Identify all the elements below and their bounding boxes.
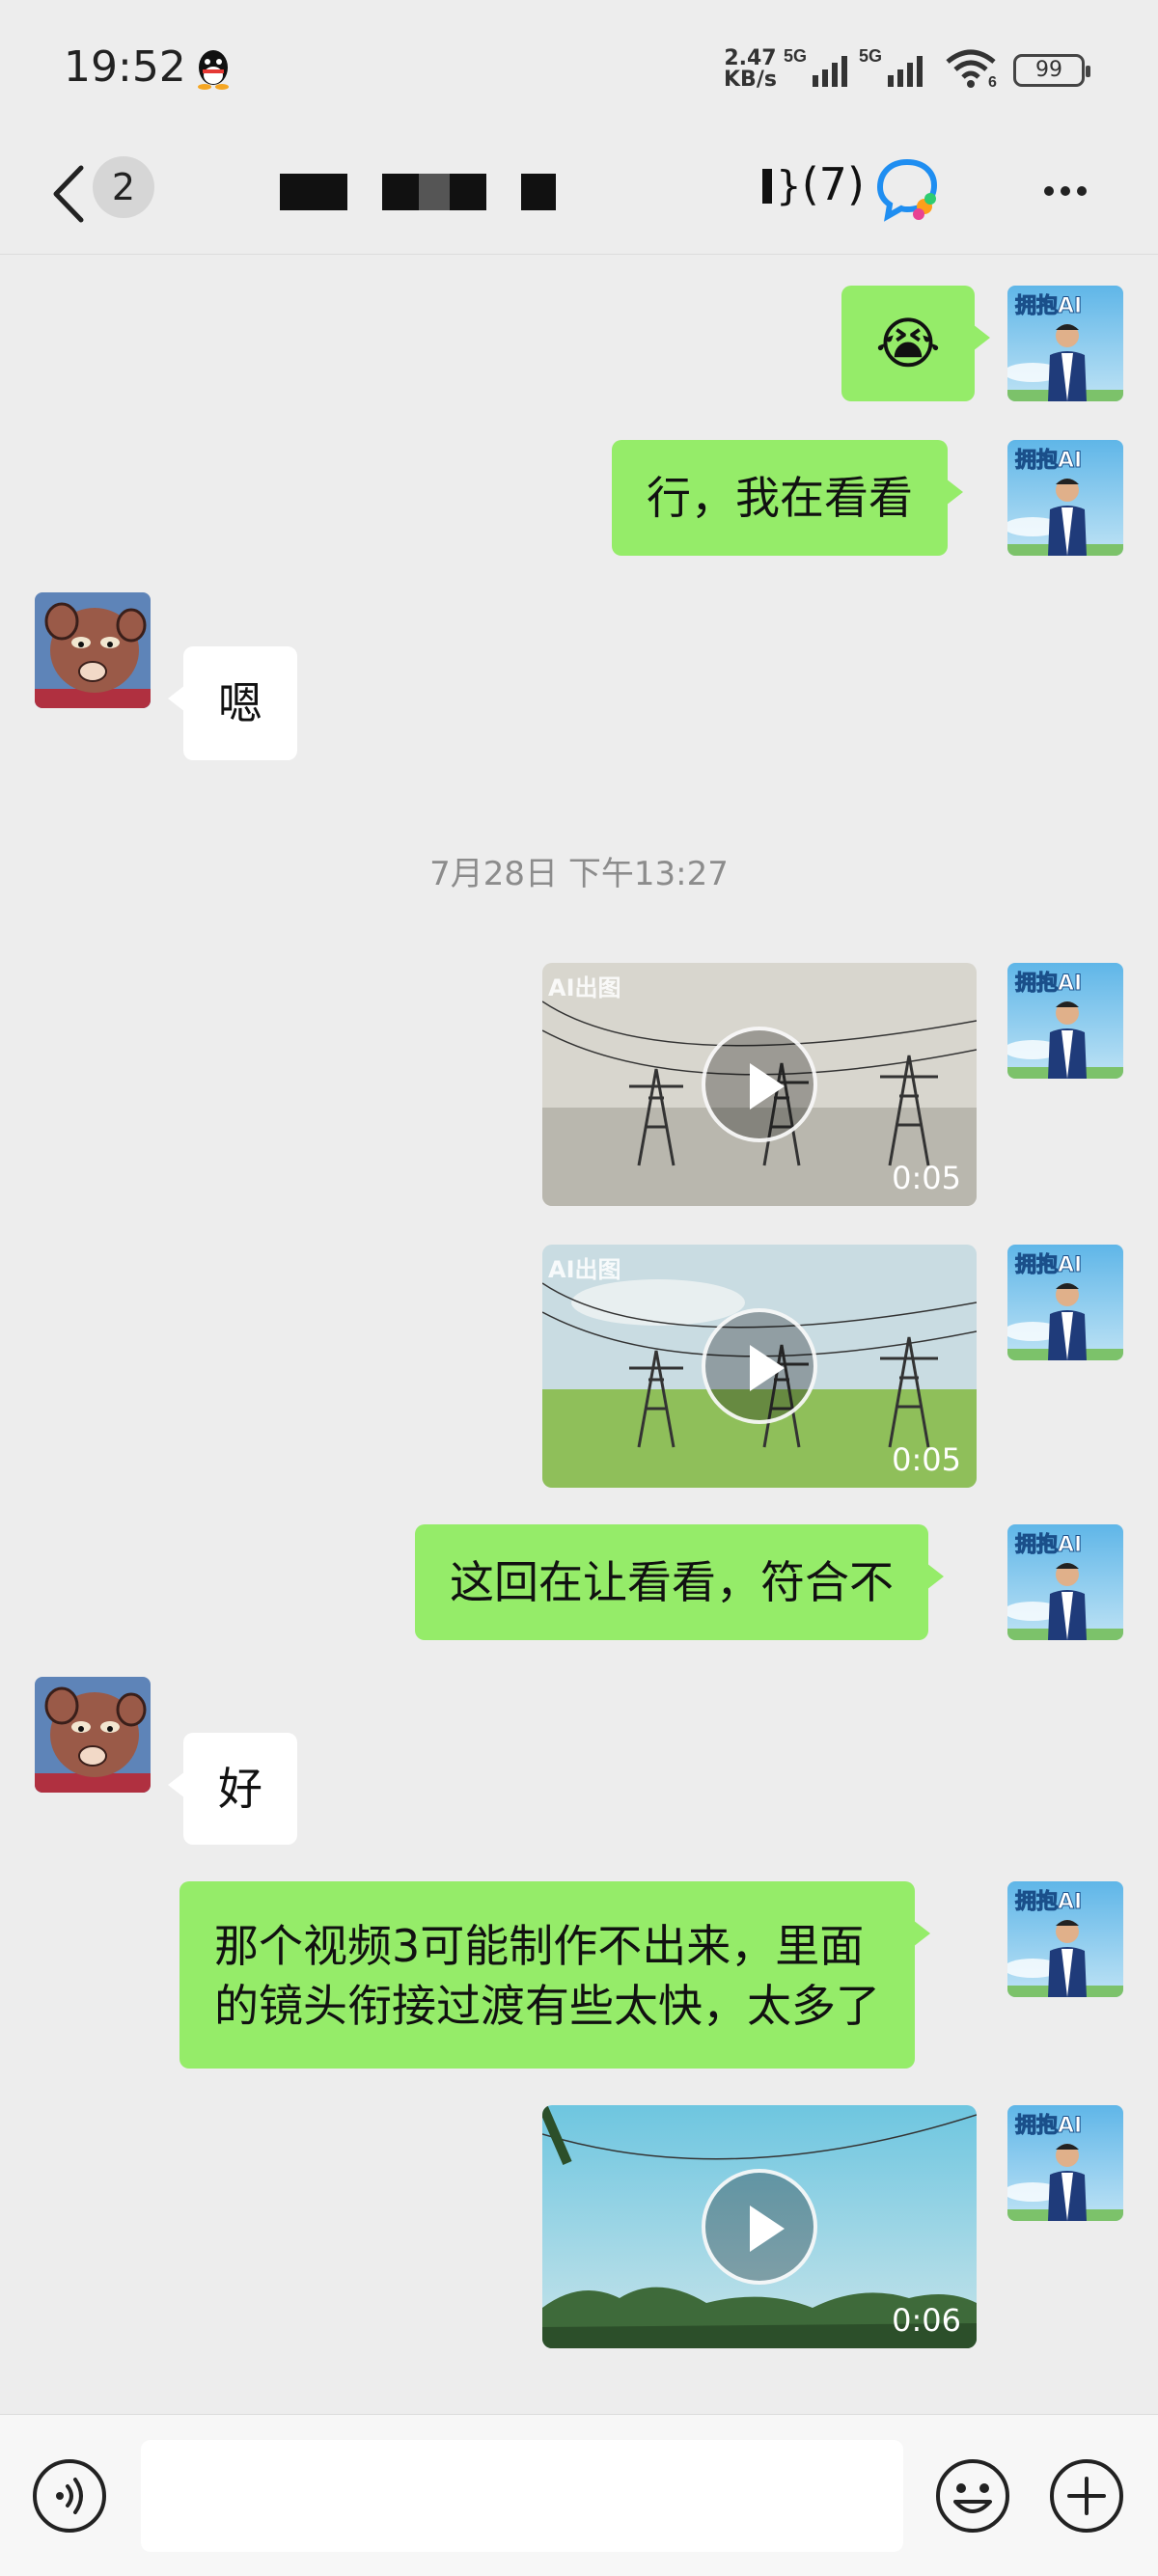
- member-count-text: (7): [801, 158, 865, 210]
- avatar-caption: 拥抱AI: [1015, 1532, 1082, 1557]
- avatar-image: 拥抱AI: [1007, 2105, 1123, 2221]
- redacted-title-block: [382, 174, 486, 210]
- video-duration: 0:06: [892, 2302, 961, 2339]
- battery-indicator: 99: [1013, 54, 1090, 87]
- avatar-image: [35, 592, 151, 708]
- my-avatar[interactable]: 拥抱AI: [1007, 286, 1123, 401]
- message-text-line: 那个视频3可能制作不出来，里面: [214, 1920, 865, 1972]
- redacted-title-block: [280, 174, 347, 210]
- message-text: 好: [218, 1763, 262, 1815]
- contact-avatar[interactable]: [35, 592, 151, 708]
- video-message[interactable]: 0:06: [542, 2105, 977, 2348]
- video-message[interactable]: AI出图 0:05: [542, 963, 977, 1206]
- avatar-caption: 拥抱AI: [1015, 1889, 1082, 1914]
- message-text: 行，我在看看: [647, 472, 913, 524]
- my-avatar[interactable]: 拥抱AI: [1007, 1881, 1123, 1997]
- sim2-label: 5G: [859, 46, 882, 66]
- crying-emoji-icon: 😭: [875, 311, 941, 376]
- message-bubble[interactable]: 行，我在看看: [612, 440, 963, 556]
- video-message[interactable]: AI出图 0:05: [542, 1245, 977, 1488]
- contact-avatar[interactable]: [35, 1677, 151, 1793]
- group-member-count: }(7): [762, 158, 865, 210]
- play-icon[interactable]: [702, 2169, 817, 2285]
- plus-icon[interactable]: [1048, 2457, 1125, 2535]
- message-text: 这回在让看看，符合不: [450, 1556, 894, 1608]
- video-watermark: AI出图: [548, 974, 621, 1001]
- my-avatar[interactable]: 拥抱AI: [1007, 1524, 1123, 1640]
- avatar-image: [35, 1677, 151, 1793]
- signal-icon-sim1: 5G: [784, 46, 847, 87]
- avatar-image: 拥抱AI: [1007, 1881, 1123, 1997]
- qq-icon: [198, 50, 229, 90]
- message-bubble[interactable]: 好: [168, 1733, 297, 1845]
- net-speed-value: 2.47: [724, 46, 777, 70]
- input-bar: [0, 2414, 1158, 2576]
- avatar-image: 拥抱AI: [1007, 1245, 1123, 1360]
- net-speed: 2.47 KB/s: [724, 48, 777, 91]
- avatar-caption: 拥抱AI: [1015, 2113, 1082, 2138]
- avatar-image: 拥抱AI: [1007, 286, 1123, 401]
- more-icon[interactable]: [1044, 181, 1093, 200]
- message-bubble-emoji[interactable]: 😭: [841, 286, 990, 401]
- message-text-line: 的镜头衔接过渡有些太快，太多了: [214, 1980, 880, 2032]
- avatar-caption: 拥抱AI: [1015, 448, 1082, 473]
- avatar-image: 拥抱AI: [1007, 440, 1123, 556]
- avatar-caption: 拥抱AI: [1015, 1252, 1082, 1277]
- message-input[interactable]: [141, 2440, 903, 2552]
- chevron-left-icon[interactable]: [42, 160, 100, 228]
- my-avatar[interactable]: 拥抱AI: [1007, 2105, 1123, 2221]
- status-bar: 19:52 2.47 KB/s 5G 5G 6 99: [0, 0, 1158, 135]
- message-text: 嗯: [218, 677, 262, 729]
- message-timestamp: 7月28日 下午13:27: [429, 855, 729, 893]
- net-speed-unit: KB/s: [724, 68, 777, 92]
- message-bubble[interactable]: 这回在让看看，符合不: [415, 1524, 944, 1640]
- sim1-label: 5G: [784, 46, 807, 66]
- play-icon[interactable]: [702, 1308, 817, 1424]
- redacted-title-block: [521, 174, 556, 210]
- avatar-caption: 拥抱AI: [1015, 971, 1082, 996]
- message-bubble[interactable]: 那个视频3可能制作不出来，里面 的镜头衔接过渡有些太快，太多了: [179, 1881, 930, 2069]
- wifi-sub-label: 6: [988, 74, 997, 89]
- my-avatar[interactable]: 拥抱AI: [1007, 440, 1123, 556]
- avatar-image: 拥抱AI: [1007, 963, 1123, 1079]
- message-bubble[interactable]: 嗯: [168, 646, 297, 760]
- status-time: 19:52: [64, 42, 186, 92]
- video-watermark: AI出图: [548, 1256, 621, 1283]
- ai-chat-icon[interactable]: [874, 156, 942, 224]
- emoji-icon[interactable]: [934, 2457, 1011, 2535]
- wifi-icon: 6: [946, 49, 997, 89]
- avatar-caption: 拥抱AI: [1015, 293, 1082, 318]
- play-icon[interactable]: [702, 1027, 817, 1142]
- voice-icon[interactable]: [31, 2457, 108, 2535]
- unread-count-badge[interactable]: 2: [93, 156, 154, 218]
- avatar-image: 拥抱AI: [1007, 1524, 1123, 1640]
- chat-header: 2 }(7): [0, 135, 1158, 255]
- signal-icon-sim2: 5G: [859, 46, 923, 87]
- my-avatar[interactable]: 拥抱AI: [1007, 1245, 1123, 1360]
- video-duration: 0:05: [892, 1160, 961, 1196]
- video-duration: 0:05: [892, 1441, 961, 1478]
- my-avatar[interactable]: 拥抱AI: [1007, 963, 1123, 1079]
